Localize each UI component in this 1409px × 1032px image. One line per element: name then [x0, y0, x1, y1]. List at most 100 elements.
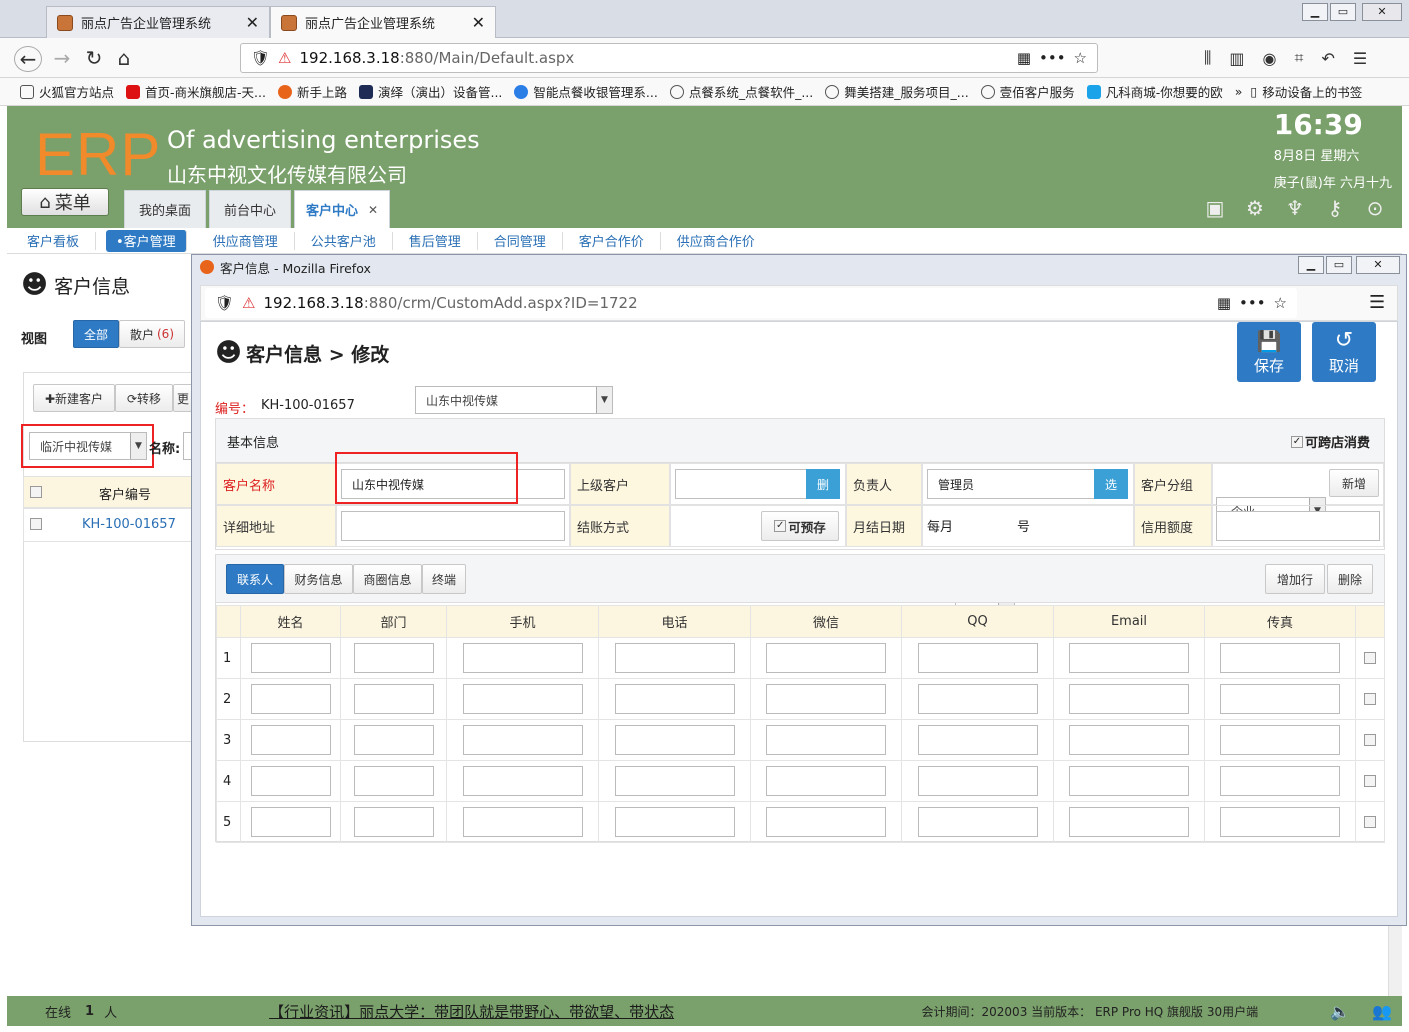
- more-button[interactable]: 更: [173, 384, 193, 412]
- select-all-checkbox[interactable]: [30, 486, 42, 498]
- minimize-icon[interactable]: ▁: [1298, 256, 1324, 274]
- home-icon[interactable]: ⌂: [110, 46, 138, 72]
- collapse-icon[interactable]: ⊙: [1364, 196, 1386, 220]
- bookmark-item[interactable]: 凡科商城-你想要的欧: [1086, 82, 1223, 101]
- menu-icon[interactable]: ☰: [1353, 49, 1367, 68]
- users-icon[interactable]: 👥: [1372, 1002, 1392, 1021]
- contact-input[interactable]: [462, 725, 583, 755]
- tab-customer-center[interactable]: 客户中心 ✕: [294, 190, 390, 228]
- bookmark-item[interactable]: 火狐官方站点: [20, 82, 114, 101]
- add-row-button[interactable]: 增加行: [1265, 564, 1325, 594]
- bookmarks-overflow-icon[interactable]: »: [1235, 84, 1243, 99]
- credit-input[interactable]: [1216, 511, 1380, 541]
- save-button[interactable]: 💾 保存: [1237, 322, 1301, 382]
- row-checkbox[interactable]: [1364, 652, 1376, 664]
- library-icon[interactable]: ⫼: [1204, 48, 1211, 68]
- bookmark-item[interactable]: 新手上路: [277, 82, 347, 101]
- tab-my-desktop[interactable]: 我的桌面: [124, 190, 206, 228]
- browser-tab-active[interactable]: 丽点广告企业管理系统 ✕: [270, 6, 496, 38]
- contact-input[interactable]: [462, 766, 583, 796]
- tab-front-center[interactable]: 前台中心: [209, 190, 291, 228]
- contact-input[interactable]: [462, 643, 583, 673]
- apps-icon[interactable]: ▣: [1204, 196, 1226, 220]
- tab-finance[interactable]: 财务信息: [284, 564, 353, 594]
- qr-icon[interactable]: ▦: [1217, 294, 1231, 312]
- row-checkbox[interactable]: [1364, 816, 1376, 828]
- speaker-icon[interactable]: 🔈: [1330, 1002, 1350, 1021]
- shirt-icon[interactable]: ♆: [1284, 196, 1306, 220]
- contact-input[interactable]: [1220, 725, 1340, 755]
- subnav-item[interactable]: 公共客户池: [295, 231, 393, 250]
- subnav-item[interactable]: 客户看板: [11, 231, 97, 250]
- contact-input[interactable]: [766, 684, 886, 714]
- contact-input[interactable]: [250, 725, 331, 755]
- contact-input[interactable]: [1069, 725, 1189, 755]
- contact-input[interactable]: [917, 643, 1038, 673]
- cross-store-checkbox[interactable]: ✓ 可跨店消费: [1291, 432, 1370, 451]
- bookmark-item[interactable]: 演绎（演出）设备管...: [358, 82, 502, 101]
- contact-input[interactable]: [614, 684, 735, 714]
- gear-icon[interactable]: ⚙: [1244, 196, 1266, 220]
- key-icon[interactable]: ⚷: [1324, 196, 1346, 220]
- bookmark-item[interactable]: 首页-商米旗舰店-天...: [126, 82, 266, 101]
- star-icon[interactable]: ☆: [1074, 49, 1087, 67]
- contact-input[interactable]: [917, 684, 1038, 714]
- bookmark-item[interactable]: 壹佰客户服务: [980, 82, 1075, 101]
- contact-input[interactable]: [614, 725, 735, 755]
- owner-input[interactable]: 管理员: [927, 469, 1095, 499]
- contact-input[interactable]: [1220, 684, 1340, 714]
- parent-customer-input[interactable]: [675, 469, 807, 499]
- branch-select[interactable]: 临沂中视传媒 ▼: [29, 432, 147, 460]
- contact-input[interactable]: [1220, 807, 1340, 837]
- qr-icon[interactable]: ▦: [1017, 49, 1031, 67]
- contact-input[interactable]: [614, 807, 735, 837]
- close-icon[interactable]: ✕: [472, 13, 485, 32]
- more-icon[interactable]: •••: [1039, 49, 1066, 67]
- view-scatter-button[interactable]: 散户 (6): [119, 320, 185, 348]
- new-customer-button[interactable]: ✚新建客户: [33, 384, 115, 412]
- add-group-button[interactable]: 新增: [1329, 469, 1379, 497]
- star-icon[interactable]: ☆: [1274, 294, 1287, 312]
- account-icon[interactable]: ◉: [1263, 49, 1277, 68]
- contact-input[interactable]: [1220, 643, 1340, 673]
- contact-input[interactable]: [1069, 766, 1189, 796]
- tab-business-area[interactable]: 商圈信息: [353, 564, 422, 594]
- menu-button[interactable]: ⌂ 菜单: [21, 188, 109, 216]
- contact-input[interactable]: [462, 807, 583, 837]
- sidebar-icon[interactable]: ▥: [1229, 49, 1244, 68]
- contact-input[interactable]: [1069, 684, 1189, 714]
- row-checkbox[interactable]: [30, 518, 42, 530]
- news-ticker-link[interactable]: 【行业资讯】丽点大学：带团队就是带野心、带欲望、带状态: [269, 1001, 674, 1022]
- contact-input[interactable]: [917, 807, 1038, 837]
- forward-icon[interactable]: →: [48, 46, 76, 72]
- contact-input[interactable]: [766, 725, 886, 755]
- subnav-item[interactable]: 售后管理: [393, 231, 478, 250]
- contact-input[interactable]: [917, 725, 1038, 755]
- tab-contacts[interactable]: 联系人: [226, 564, 284, 594]
- contact-input[interactable]: [250, 684, 331, 714]
- maximize-icon[interactable]: ▭: [1326, 256, 1352, 274]
- bookmark-item[interactable]: 智能点餐收银管理系...: [514, 82, 658, 101]
- screenshot-icon[interactable]: ⌗: [1294, 48, 1303, 68]
- bookmark-item[interactable]: 舞美搭建_服务项目_...: [825, 82, 969, 101]
- delete-row-button[interactable]: 删除: [1327, 564, 1373, 594]
- subnav-item-active[interactable]: •客户管理: [106, 229, 187, 252]
- contact-input[interactable]: [766, 766, 886, 796]
- contact-input[interactable]: [766, 643, 886, 673]
- contact-input[interactable]: [353, 766, 434, 796]
- contact-input[interactable]: [250, 643, 331, 673]
- contact-input[interactable]: [1069, 643, 1189, 673]
- scrollbar[interactable]: [1388, 926, 1402, 996]
- window-close-icon[interactable]: ✕: [1362, 3, 1402, 21]
- contact-input[interactable]: [250, 807, 331, 837]
- reload-icon[interactable]: ↻: [80, 46, 108, 72]
- prestore-checkbox[interactable]: ✓ 可预存: [761, 511, 839, 541]
- contact-input[interactable]: [353, 684, 434, 714]
- row-checkbox[interactable]: [1364, 775, 1376, 787]
- popup-address-bar[interactable]: 🛡 ⚠ 192.168.3.18:880/crm/CustomAdd.aspx?…: [205, 288, 1297, 318]
- undo-icon[interactable]: ↶: [1321, 49, 1334, 68]
- window-close-icon[interactable]: ✕: [1356, 256, 1400, 274]
- bookmark-item[interactable]: 点餐系统_点餐软件_...: [669, 82, 813, 101]
- contact-input[interactable]: [353, 807, 434, 837]
- bookmark-item[interactable]: ▯ 移动设备上的书签: [1250, 82, 1362, 101]
